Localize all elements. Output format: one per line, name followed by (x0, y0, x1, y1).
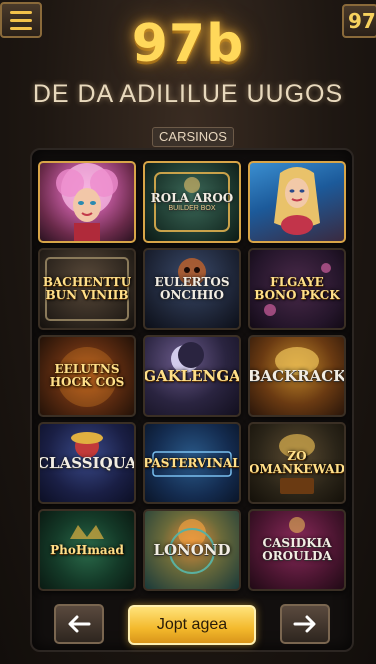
game-tile-3[interactable] (248, 161, 346, 243)
arrow-right-icon (293, 615, 316, 633)
game-tile-12[interactable]: ZO OMANKEWAD (248, 422, 346, 504)
game-tile-7[interactable]: EELUTNS HOCK COS (38, 335, 136, 417)
game-title: LONOND (153, 541, 231, 559)
prev-page-button[interactable] (54, 604, 104, 644)
game-tile-15[interactable]: CASIDKIA OROULDA (248, 509, 346, 591)
game-tile-8[interactable]: GAKLENGA (143, 335, 241, 417)
game-title: FLGAYE BONO PKCK (254, 275, 340, 302)
game-title: PASTERVINAL (143, 455, 241, 470)
game-tile-2[interactable]: ROLA AROO BUILDER BOX (143, 161, 241, 243)
game-title: PhoHmaad (50, 542, 124, 557)
game-title: CLASSIQUA (38, 454, 136, 472)
brand-logo: 97b (131, 14, 245, 74)
game-tile-11[interactable]: PASTERVINAL (143, 422, 241, 504)
page-headline: DE DA ADILILUE UUGOS (32, 80, 344, 108)
arrow-left-icon (68, 615, 91, 633)
game-title: BACKRACK (248, 367, 346, 385)
tab-casinos[interactable]: CARSINOS (152, 127, 234, 147)
play-button[interactable]: Jopt agea (128, 605, 256, 645)
balance-badge[interactable]: 97 (342, 4, 376, 38)
game-subtitle: BUILDER BOX (168, 204, 216, 212)
game-tile-10[interactable]: CLASSIQUA (38, 422, 136, 504)
game-tile-14[interactable]: LONOND (143, 509, 241, 591)
game-title: EULERTOS ONCIHIO (154, 275, 230, 302)
blonde-mermaid-art (274, 167, 320, 235)
game-title: BACHENTTU BUN VINIIB (42, 275, 132, 302)
game-title: EELUTNS HOCK COS (49, 362, 125, 389)
game-title: GAKLENGA (143, 367, 241, 385)
game-title: ROLA AROO (150, 190, 234, 205)
game-grid: ROLA AROO BUILDER BOX BACHENTTU BUN VINI… (38, 161, 346, 591)
pink-haired-woman-art (56, 163, 118, 241)
game-tile-9[interactable]: BACKRACK (248, 335, 346, 417)
game-tile-6[interactable]: FLGAYE BONO PKCK (248, 248, 346, 330)
game-title: CASIDKIA OROULDA (262, 536, 332, 563)
next-page-button[interactable] (280, 604, 330, 644)
game-tile-5[interactable]: EULERTOS ONCIHIO (143, 248, 241, 330)
game-tile-13[interactable]: PhoHmaad (38, 509, 136, 591)
game-tile-4[interactable]: BACHENTTU BUN VINIIB (38, 248, 136, 330)
game-tile-1[interactable] (38, 161, 136, 243)
game-title: ZO OMANKEWAD (248, 449, 346, 476)
